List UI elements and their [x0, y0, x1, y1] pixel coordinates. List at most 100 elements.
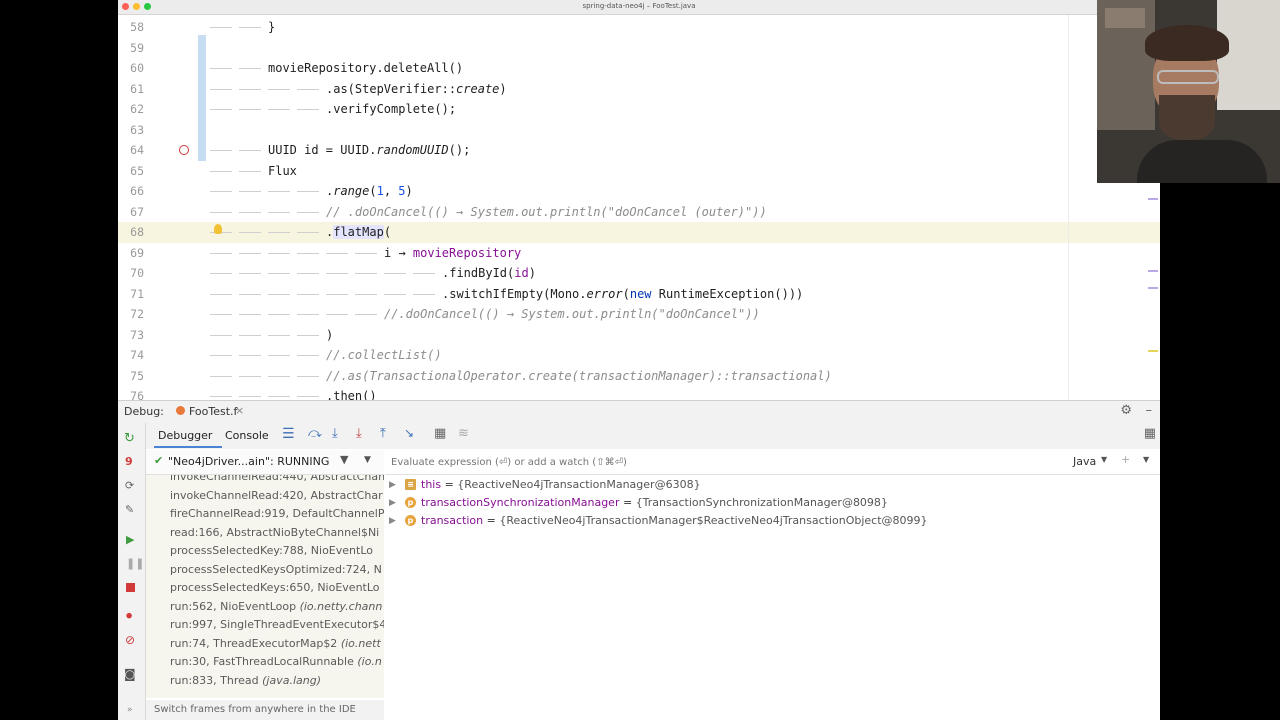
indent-guide	[326, 252, 348, 254]
force-step-into-icon[interactable]: ⤓	[356, 426, 362, 441]
code-line[interactable]: 63	[118, 120, 1160, 141]
debug-side-toolbar: ↻ 9 ⟳ ✎ ▶ ❚❚ ⚫ ⊘ ◙ »	[118, 423, 146, 720]
indent-guide	[268, 396, 290, 397]
run-to-cursor-icon[interactable]: ↘	[404, 426, 414, 440]
rerun-failed-icon[interactable]: 9	[125, 455, 133, 468]
code-line[interactable]: 64 UUID id = UUID.randomUUID();	[118, 140, 1160, 161]
stack-frame[interactable]: run:562, NioEventLoop (io.netty.chann	[146, 598, 384, 617]
evaluate-icon[interactable]: ▦	[434, 426, 446, 441]
frame-method: run:30, FastThreadLocalRunnable	[170, 655, 358, 668]
code-text[interactable]: // .doOnCancel(() → System.out.println("…	[326, 202, 767, 223]
rerun-icon[interactable]: ↻	[124, 431, 135, 446]
code-line[interactable]: 65 Flux	[118, 161, 1160, 182]
toggle-icon[interactable]: ⟳	[125, 479, 134, 492]
camera-icon[interactable]: ◙	[124, 667, 136, 681]
step-over-icon[interactable]: ⤼	[308, 426, 322, 441]
code-line[interactable]: 71 .switchIfEmpty(Mono.error(new RuntimeE…	[118, 284, 1160, 305]
code-text[interactable]: i → movieRepository	[384, 243, 521, 264]
code-line[interactable]: 60 movieRepository.deleteAll()	[118, 58, 1160, 79]
line-number: 67	[130, 204, 144, 219]
expand-arrow-icon[interactable]: ▶	[389, 512, 396, 530]
stack-frame[interactable]: run:30, FastThreadLocalRunnable (io.n	[146, 653, 384, 672]
chevron-down-icon[interactable]: ▼	[364, 455, 371, 465]
code-text[interactable]: .flatMap(	[326, 222, 391, 243]
stack-frame[interactable]: processSelectedKeys:650, NioEventLo	[146, 579, 384, 598]
stop-icon[interactable]	[126, 583, 135, 592]
code-text[interactable]: }	[268, 17, 275, 38]
step-out-icon[interactable]: ⤒	[380, 426, 386, 441]
code-line[interactable]: 73)	[118, 325, 1160, 346]
mute-breakpoints-icon[interactable]: ⊘	[125, 633, 135, 647]
stack-frame[interactable]: read:166, AbstractNioByteChannel$Ni	[146, 524, 384, 543]
stack-frame[interactable]: run:833, Thread (java.lang)	[146, 672, 384, 691]
pause-icon[interactable]: ❚❚	[126, 557, 144, 570]
window-light	[1217, 0, 1280, 110]
tab-console[interactable]: Console	[225, 429, 269, 442]
code-text[interactable]: .findById(id)	[442, 263, 536, 284]
code-line[interactable]: 68 .flatMap(	[118, 222, 1160, 243]
code-line[interactable]: 75 //.as(TransactionalOperator.create(tra…	[118, 366, 1160, 387]
menu-icon[interactable]: ☰	[282, 426, 295, 442]
code-line[interactable]: 66 .range(1, 5)	[118, 181, 1160, 202]
code-text[interactable]: .range(1, 5)	[326, 181, 413, 202]
step-into-icon[interactable]: ⤓	[332, 426, 338, 441]
code-line[interactable]: 59	[118, 38, 1160, 59]
code-text[interactable]: )	[326, 325, 333, 346]
line-number: 76	[130, 389, 144, 400]
indent-guide	[210, 273, 232, 274]
code-line[interactable]: 72 //.doOnCancel(() → System.out.println(…	[118, 304, 1160, 325]
breakpoint-icon[interactable]	[179, 145, 189, 155]
thread-selector[interactable]: ✔ "Neo4jDriver...ain": RUNNING ▼ ▼	[146, 450, 384, 475]
variable-row[interactable]: ▶ ≡ this = {ReactiveNeo4jTransactionManage…	[385, 476, 1160, 494]
expand-icon[interactable]: »	[127, 705, 133, 715]
code-text[interactable]: //.collectList()	[326, 345, 442, 366]
code-line[interactable]: 74 //.collectList()	[118, 345, 1160, 366]
stack-frame[interactable]: processSelectedKey:788, NioEventLo	[146, 542, 384, 561]
thread-name[interactable]: "Neo4jDriver...ain": RUNNING	[168, 455, 329, 468]
code-text[interactable]: Flux	[268, 161, 297, 182]
code-line[interactable]: 69 i → movieRepository	[118, 243, 1160, 264]
gear-icon[interactable]: ⚙	[1120, 403, 1132, 418]
resume-icon[interactable]: ▶	[126, 533, 134, 546]
tab-debugger[interactable]: Debugger	[158, 429, 212, 442]
chevron-down-icon[interactable]: ▼	[1143, 455, 1149, 464]
code-line[interactable]: 58}	[118, 17, 1160, 38]
code-text[interactable]: .switchIfEmpty(Mono.error(new RuntimeExc…	[442, 284, 803, 305]
close-tab-icon[interactable]: ×	[235, 404, 244, 417]
code-line[interactable]: 70 .findById(id)	[118, 263, 1160, 284]
stack-frame[interactable]: fireChannelRead:919, DefaultChannelP	[146, 505, 384, 524]
add-watch-icon[interactable]: +	[1121, 453, 1130, 466]
debug-session-tab[interactable]: FooTest.f	[189, 405, 237, 418]
stack-frame[interactable]: invokeChannelRead:440, AbstractChan	[146, 475, 384, 487]
view-breakpoints-icon[interactable]: ⚫	[124, 609, 134, 623]
stack-frame[interactable]: run:997, SingleThreadEventExecutor$4	[146, 616, 384, 635]
language-select[interactable]: Java	[1073, 455, 1096, 468]
code-text[interactable]: //.doOnCancel(() → System.out.println("d…	[384, 304, 760, 325]
minimize-icon[interactable]: –	[1146, 403, 1153, 418]
watch-input[interactable]	[389, 453, 1033, 471]
filter-icon[interactable]: ▼	[340, 453, 348, 466]
code-line[interactable]: 61 .as(StepVerifier::create)	[118, 79, 1160, 100]
lightbulb-icon[interactable]	[214, 224, 222, 234]
code-text[interactable]: .then()	[326, 386, 377, 400]
variable-row[interactable]: ▶ p transactionSynchronizationManager = {T…	[385, 494, 1160, 512]
stack-frame[interactable]: run:74, ThreadExecutorMap$2 (io.nett	[146, 635, 384, 654]
variable-row[interactable]: ▶ p transaction = {ReactiveNeo4jTransactio…	[385, 512, 1160, 530]
code-line[interactable]: 62 .verifyComplete();	[118, 99, 1160, 120]
trace-icon[interactable]: ≋	[458, 426, 469, 441]
code-text[interactable]: .as(StepVerifier::create)	[326, 79, 507, 100]
stack-frame[interactable]: invokeChannelRead:420, AbstractChar	[146, 487, 384, 506]
code-editor[interactable]: 58} 59 60 movieRepository.deleteAll() 61 .as(…	[118, 15, 1160, 400]
layout-icon[interactable]: ▦	[1144, 426, 1156, 441]
indent-guide	[355, 273, 377, 274]
expand-arrow-icon[interactable]: ▶	[389, 494, 396, 512]
code-text[interactable]: UUID id = UUID.randomUUID();	[268, 140, 470, 161]
expand-arrow-icon[interactable]: ▶	[389, 476, 396, 494]
code-line[interactable]: 67 // .doOnCancel(() → System.out.println…	[118, 202, 1160, 223]
code-text[interactable]: //.as(TransactionalOperator.create(trans…	[326, 366, 832, 387]
wrench-icon[interactable]: ✎	[125, 503, 134, 516]
code-text[interactable]: movieRepository.deleteAll()	[268, 58, 463, 79]
code-text[interactable]: .verifyComplete();	[326, 99, 456, 120]
stack-frame[interactable]: processSelectedKeysOptimized:724, N	[146, 561, 384, 580]
code-line[interactable]: 76 .then()	[118, 386, 1160, 400]
